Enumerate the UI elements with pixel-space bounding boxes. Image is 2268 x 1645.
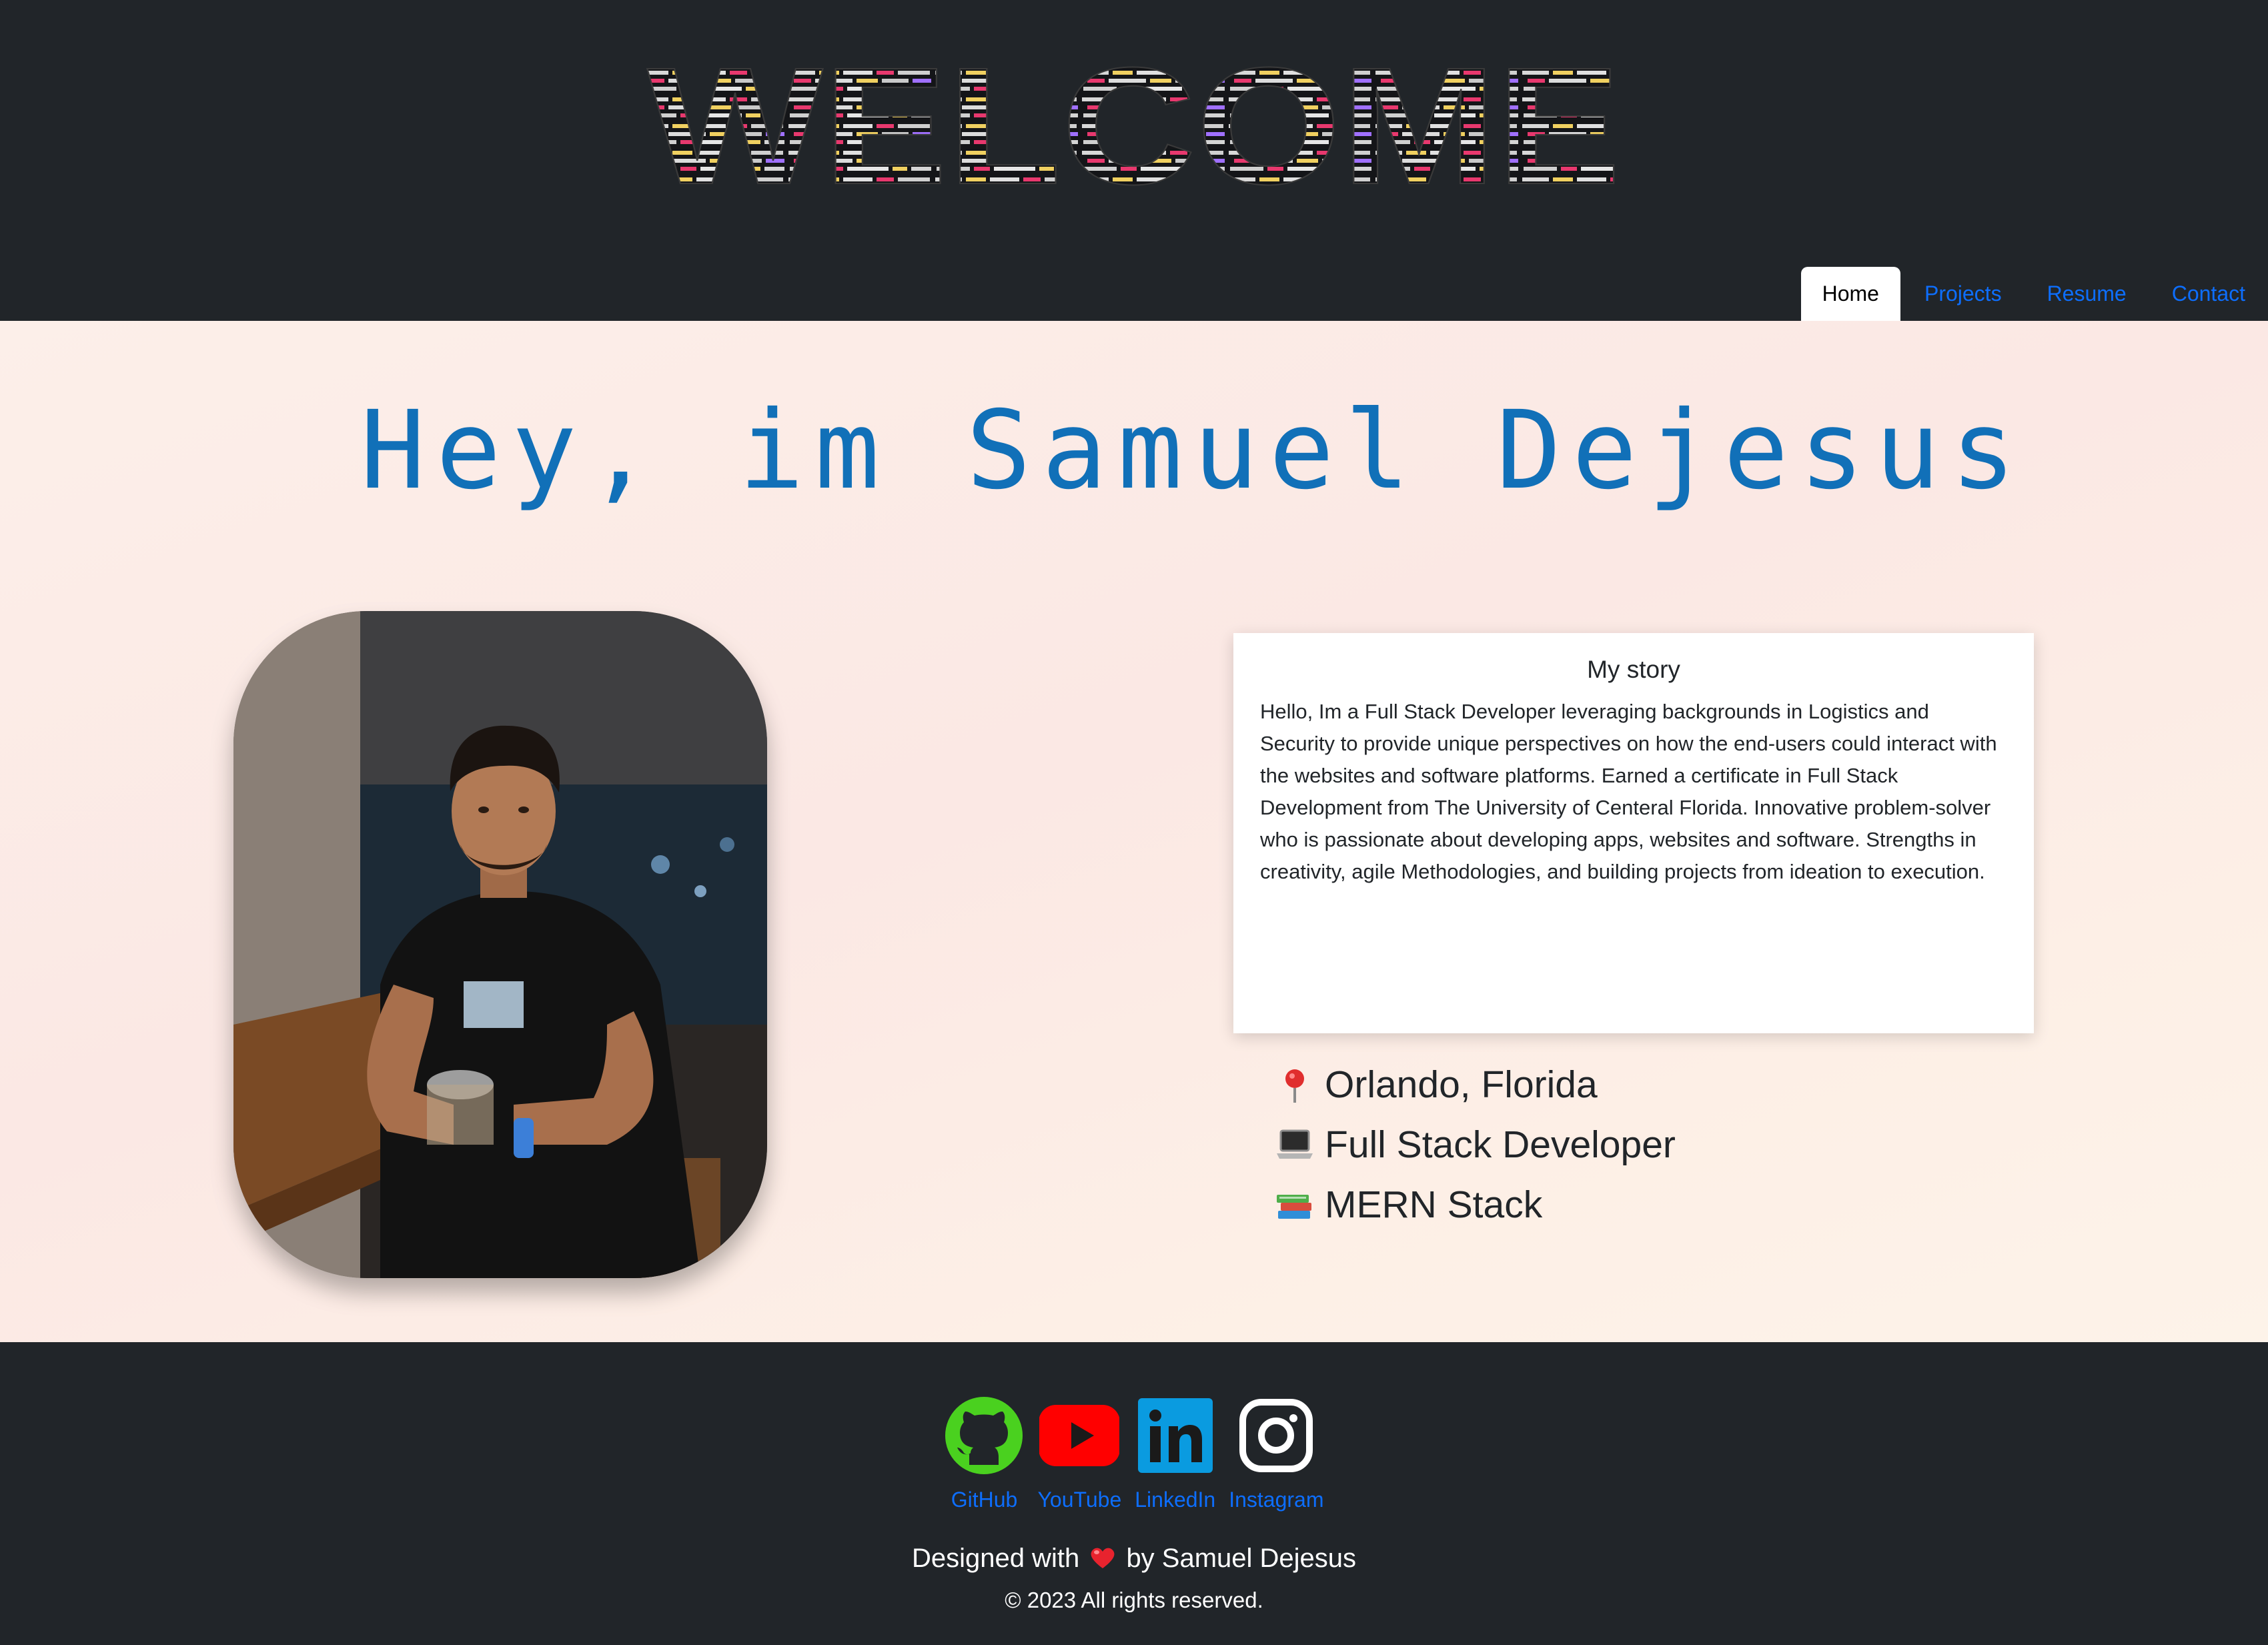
heart-icon [1091, 1548, 1115, 1568]
facts-list: Orlando, Florida Full Stack Developer ME… [1274, 1055, 1676, 1235]
tab-home[interactable]: Home [1800, 267, 1900, 321]
site-footer: GitHub YouTube LinkedIn Instagram Design… [0, 1342, 2268, 1645]
social-label: GitHub [951, 1488, 1018, 1512]
books-icon [1277, 1195, 1311, 1219]
github-link[interactable]: GitHub [944, 1396, 1024, 1512]
youtube-icon [1039, 1405, 1120, 1466]
social-label: LinkedIn [1135, 1488, 1216, 1512]
credit-text: Designed with [911, 1544, 1080, 1573]
designer-credit: Designed with by Samuel Dejesus [0, 1544, 2268, 1574]
story-body: Hello, Im a Full Stack Developer leverag… [1260, 700, 1997, 883]
social-label: Instagram [1229, 1488, 1324, 1512]
instagram-link[interactable]: Instagram [1229, 1396, 1324, 1512]
linkedin-icon [1137, 1398, 1213, 1473]
social-label: YouTube [1037, 1488, 1122, 1512]
hero-title: Hey, im Samuel Dejesus [360, 388, 2027, 514]
fact-location: Orlando, Florida [1274, 1055, 1676, 1115]
fact-role: Full Stack Developer [1274, 1115, 1676, 1175]
site-header: WELCOME Home Projects Resume Contact [0, 0, 2268, 321]
fact-stack: MERN Stack [1274, 1175, 1676, 1235]
welcome-code-text: WELCOME [646, 40, 1622, 207]
copyright: © 2023 All rights reserved. [1005, 1588, 1263, 1612]
linkedin-link[interactable]: LinkedIn [1135, 1396, 1215, 1512]
tab-contact[interactable]: Contact [2149, 267, 2268, 321]
credit-text: by Samuel Dejesus [1126, 1544, 1357, 1573]
laptop-icon [1277, 1129, 1313, 1159]
svg-text:WELCOME: WELCOME [647, 40, 1621, 207]
pushpin-icon [1285, 1069, 1304, 1103]
hero-heading: Hey, im Samuel Dejesus [360, 388, 2016, 514]
profile-photo [233, 611, 767, 1278]
story-card: My story Hello, Im a Full Stack Develope… [1233, 633, 2034, 1033]
social-links: GitHub YouTube LinkedIn Instagram [0, 1396, 2268, 1512]
welcome-banner: WELCOME [640, 40, 1628, 207]
fact-text: Orlando, Florida [1325, 1063, 1598, 1106]
home-section: Hey, im Samuel Dejesus My story Hello, I… [0, 321, 2268, 1342]
fact-text: Full Stack Developer [1325, 1123, 1676, 1166]
tab-projects[interactable]: Projects [1902, 267, 2025, 321]
tab-resume[interactable]: Resume [2025, 267, 2149, 321]
github-icon [945, 1397, 1023, 1474]
youtube-link[interactable]: YouTube [1037, 1396, 1121, 1512]
main-nav: Home Projects Resume Contact [1800, 267, 2268, 321]
story-title: My story [1587, 656, 1680, 683]
fact-text: MERN Stack [1325, 1183, 1543, 1226]
instagram-icon [1239, 1399, 1313, 1472]
